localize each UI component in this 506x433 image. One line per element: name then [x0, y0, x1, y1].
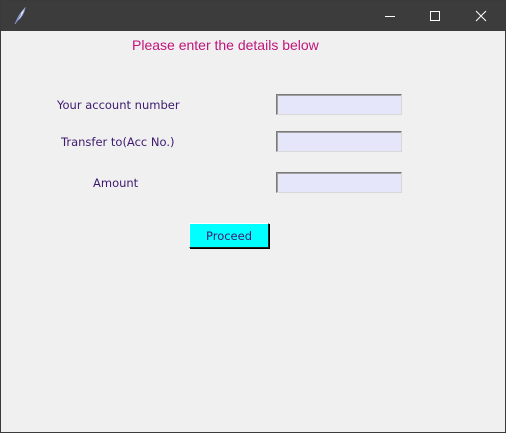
- account-number-label: Your account number: [57, 98, 180, 112]
- transfer-to-label: Transfer to(Acc No.): [61, 135, 175, 149]
- proceed-button[interactable]: Proceed: [189, 223, 269, 248]
- amount-label: Amount: [93, 176, 139, 190]
- maximize-icon: [429, 10, 441, 22]
- minimize-icon: [384, 10, 396, 22]
- form-area: Please enter the details below Your acco…: [1, 31, 505, 432]
- app-window: Please enter the details below Your acco…: [0, 0, 506, 433]
- feather-icon: [12, 6, 28, 25]
- close-button[interactable]: [458, 1, 504, 31]
- form-heading: Please enter the details below: [132, 37, 319, 53]
- maximize-button[interactable]: [412, 1, 458, 31]
- account-number-input[interactable]: [276, 94, 402, 115]
- minimize-button[interactable]: [367, 1, 413, 31]
- transfer-to-input[interactable]: [276, 131, 402, 152]
- amount-input[interactable]: [276, 172, 402, 193]
- close-icon: [475, 10, 487, 22]
- title-bar[interactable]: [1, 1, 505, 31]
